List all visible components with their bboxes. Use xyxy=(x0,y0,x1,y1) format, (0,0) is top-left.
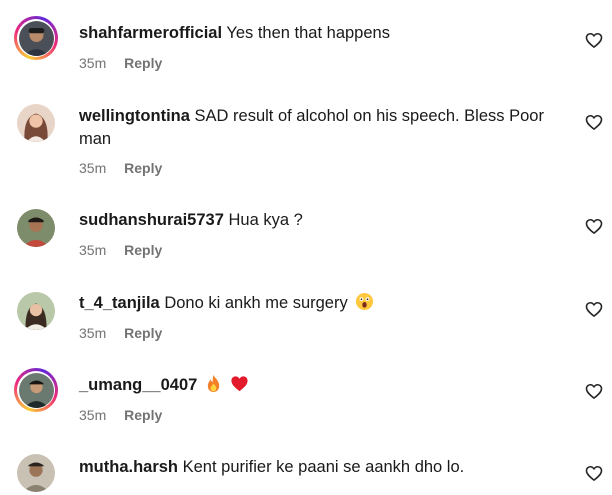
reply-button[interactable]: Reply xyxy=(124,407,162,423)
comment-meta: 35m Reply xyxy=(79,242,162,258)
reply-button[interactable]: Reply xyxy=(124,160,162,176)
comment-time: 35m xyxy=(79,407,107,423)
comment-username[interactable]: mutha.harsh xyxy=(79,458,178,476)
face-screaming-emoji xyxy=(356,292,374,311)
comment-body: _umang__0407 xyxy=(79,374,567,397)
heart-outline-icon[interactable] xyxy=(584,381,604,401)
heart-outline-icon[interactable] xyxy=(584,216,604,236)
comment-username[interactable]: wellingtontina xyxy=(79,107,190,125)
reply-button[interactable]: Reply xyxy=(124,242,162,258)
comment-username[interactable]: _umang__0407 xyxy=(79,376,197,394)
avatar xyxy=(17,209,55,247)
comment-time: 35m xyxy=(79,160,107,176)
avatar xyxy=(18,20,54,56)
avatar-wrap[interactable] xyxy=(14,206,58,250)
heart-outline-icon[interactable] xyxy=(584,112,604,132)
comment-body: t_4_tanjila Dono ki ankh me surgery xyxy=(79,292,567,315)
comment-meta: 35m Reply xyxy=(79,160,162,176)
avatar xyxy=(17,454,55,492)
heart-outline-icon[interactable] xyxy=(584,30,604,50)
comment-meta: 35m Reply xyxy=(79,407,162,423)
fire-emoji xyxy=(207,375,220,392)
comment-time: 35m xyxy=(79,55,107,71)
comment-meta: 35m Reply xyxy=(79,55,162,71)
comment-body: mutha.harsh Kent purifier ke paani se aa… xyxy=(79,456,567,479)
reply-button[interactable]: Reply xyxy=(124,325,162,341)
red-heart-emoji xyxy=(230,376,248,392)
comment-username[interactable]: t_4_tanjila xyxy=(79,294,160,312)
comment-time: 35m xyxy=(79,325,107,341)
avatar-wrap[interactable] xyxy=(14,101,58,145)
avatar-wrap[interactable] xyxy=(14,451,58,495)
avatar xyxy=(18,372,54,408)
avatar-wrap[interactable] xyxy=(14,289,58,333)
comment-text: Yes then that happens xyxy=(226,24,390,42)
comment-time: 35m xyxy=(79,242,107,258)
avatar xyxy=(17,292,55,330)
reply-button[interactable]: Reply xyxy=(124,55,162,71)
heart-outline-icon[interactable] xyxy=(584,463,604,483)
comment-body: sudhanshurai5737 Hua kya ? xyxy=(79,209,567,232)
comment-body: wellingtontina SAD result of alcohol on … xyxy=(79,105,567,151)
avatar-story-ring[interactable] xyxy=(14,16,58,60)
comment-text: Dono ki ankh me surgery xyxy=(164,294,348,312)
comment-meta: 35m Reply xyxy=(79,325,162,341)
comment-text: Kent purifier ke paani se aankh dho lo. xyxy=(182,458,465,476)
comment-username[interactable]: shahfarmerofficial xyxy=(79,24,222,42)
avatar-story-ring[interactable] xyxy=(14,368,58,412)
heart-outline-icon[interactable] xyxy=(584,299,604,319)
avatar xyxy=(17,104,55,142)
comment-body: shahfarmerofficial Yes then that happens xyxy=(79,22,567,45)
comment-text: Hua kya ? xyxy=(228,211,303,229)
comment-username[interactable]: sudhanshurai5737 xyxy=(79,211,224,229)
